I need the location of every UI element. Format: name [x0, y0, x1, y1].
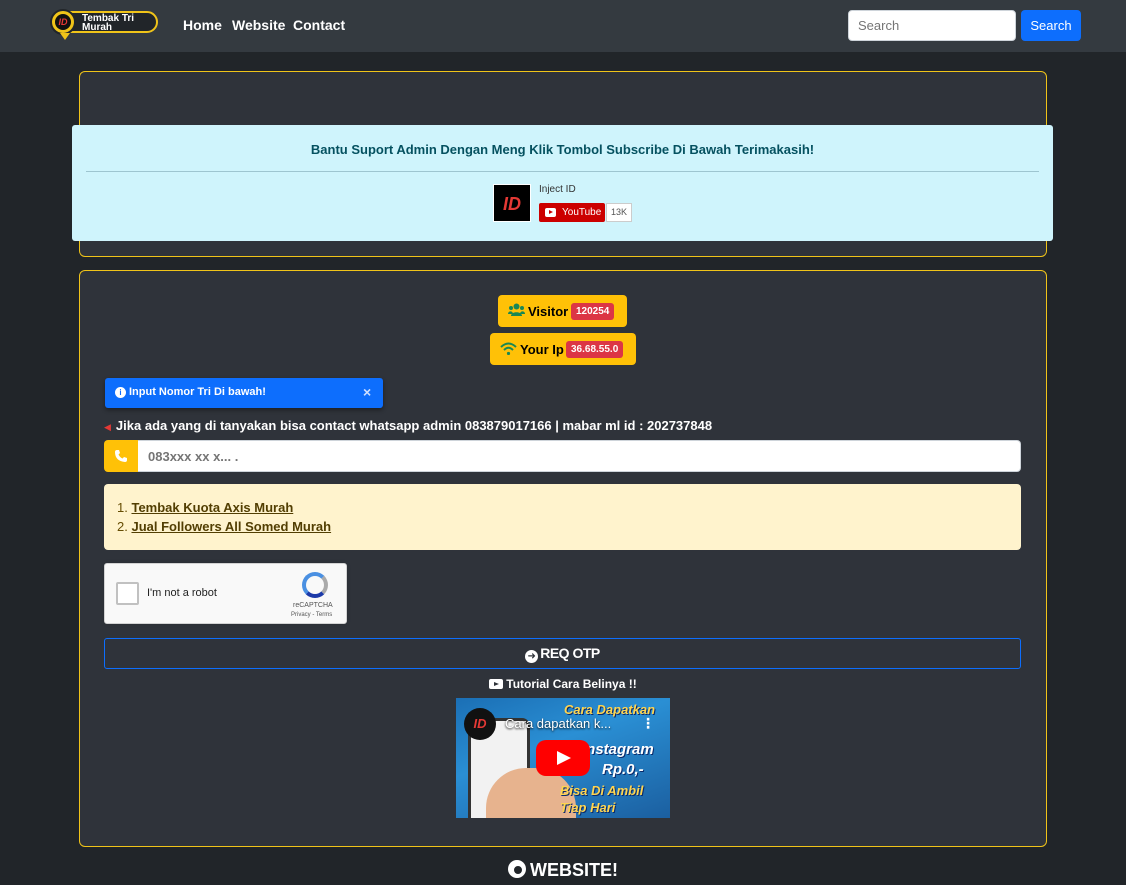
website-heading: WEBSITE!: [0, 860, 1126, 881]
visitor-count-badge: 120254: [571, 303, 615, 320]
list-item: 1. Tembak Kuota Axis Murah: [117, 500, 293, 515]
recaptcha-label: I'm not a robot: [147, 587, 217, 599]
recaptcha-icon: [302, 572, 328, 598]
video-title[interactable]: Cara dapatkan k...: [505, 716, 611, 731]
link-jual-followers[interactable]: Jual Followers All Somed Murah: [131, 519, 331, 534]
links-alert: 1. Tembak Kuota Axis Murah 2. Jual Follo…: [104, 484, 1021, 550]
arrow-right-circle-icon: ➜: [525, 650, 539, 663]
nav-contact-link[interactable]: Contact: [293, 17, 345, 33]
play-button[interactable]: [536, 740, 590, 776]
video-embed[interactable]: Cara Dapatkan Instagram Rp.0,- Bisa Di A…: [456, 698, 670, 818]
recaptcha-checkbox[interactable]: [116, 582, 139, 605]
users-icon: [508, 303, 525, 319]
visitor-button[interactable]: Visitor 120254: [498, 295, 627, 327]
brand-logo[interactable]: Tembak Tri Murah ID: [48, 9, 160, 41]
toast-text: Input Nomor Tri Di bawah!: [129, 386, 266, 398]
recaptcha-widget: I'm not a robot reCAPTCHA Privacy - Term…: [104, 563, 347, 624]
youtube-icon: [545, 208, 556, 217]
support-alert: Bantu Suport Admin Dengan Meng Klik Tomb…: [72, 125, 1053, 241]
list-number: 1.: [117, 500, 128, 515]
recaptcha-terms[interactable]: Privacy - Terms: [291, 612, 332, 618]
phone-icon: [104, 440, 138, 472]
video-overlay-text: Rp.0,-: [602, 761, 644, 778]
website-heading-text: WEBSITE!: [530, 860, 618, 880]
visitor-label: Visitor: [528, 304, 569, 319]
more-options-icon[interactable]: ⋮: [641, 715, 655, 732]
your-ip-button[interactable]: Your Ip 36.68.55.0: [490, 333, 636, 365]
list-item: 2. Jual Followers All Somed Murah: [117, 519, 331, 534]
req-otp-button[interactable]: ➜ REQ OTP: [104, 638, 1021, 669]
ip-value-badge: 36.68.55.0: [566, 341, 624, 358]
channel-name[interactable]: Inject ID: [539, 184, 576, 195]
support-alert-title: Bantu Suport Admin Dengan Meng Klik Tomb…: [310, 142, 815, 157]
divider: [86, 171, 1039, 172]
info-toast: i Input Nomor Tri Di bawah! ×: [105, 378, 383, 408]
tutorial-label: Tutorial Cara Belinya !!: [506, 677, 637, 691]
video-channel-avatar[interactable]: ID: [464, 708, 496, 740]
close-icon[interactable]: ×: [363, 384, 377, 400]
req-otp-label: REQ OTP: [540, 645, 600, 661]
contact-info: ◀ Jika ada yang di tanyakan bisa contact …: [104, 418, 712, 433]
brand-logo-mark: ID: [55, 14, 71, 30]
info-icon: i: [115, 387, 126, 398]
brand-pin-icon: ID: [50, 9, 76, 40]
search-input[interactable]: [848, 10, 1016, 41]
youtube-subscribe-label: YouTube: [562, 207, 602, 218]
navbar: Tembak Tri Murah ID Home Website Contact…: [0, 0, 1126, 52]
recaptcha-brand: reCAPTCHA: [293, 602, 333, 609]
search-button[interactable]: Search: [1021, 10, 1081, 41]
nav-website-link[interactable]: Website: [232, 17, 285, 33]
video-overlay-text: Tiap Hari: [560, 800, 616, 815]
phone-input-group: [104, 440, 1021, 472]
wifi-icon: [500, 342, 517, 358]
youtube-icon: [489, 679, 504, 689]
list-number: 2.: [117, 519, 128, 534]
brand-text: Tembak Tri Murah: [82, 13, 135, 33]
video-overlay-text: Bisa Di Ambil: [560, 783, 644, 798]
chrome-icon: [508, 860, 526, 878]
speaker-icon: ◀: [104, 422, 111, 432]
tutorial-heading: Tutorial Cara Belinya !!: [0, 677, 1126, 691]
youtube-subscribe-button[interactable]: YouTube: [539, 203, 605, 222]
subscriber-count: 13K: [606, 203, 632, 222]
contact-text: Jika ada yang di tanyakan bisa contact w…: [115, 418, 713, 433]
channel-avatar[interactable]: ID: [493, 184, 531, 222]
video-overlay-text: Instagram: [582, 741, 654, 758]
phone-number-input[interactable]: [138, 440, 1021, 472]
link-axis-kuota[interactable]: Tembak Kuota Axis Murah: [131, 500, 293, 515]
nav-home-link[interactable]: Home: [183, 17, 222, 33]
your-ip-label: Your Ip: [520, 342, 564, 357]
